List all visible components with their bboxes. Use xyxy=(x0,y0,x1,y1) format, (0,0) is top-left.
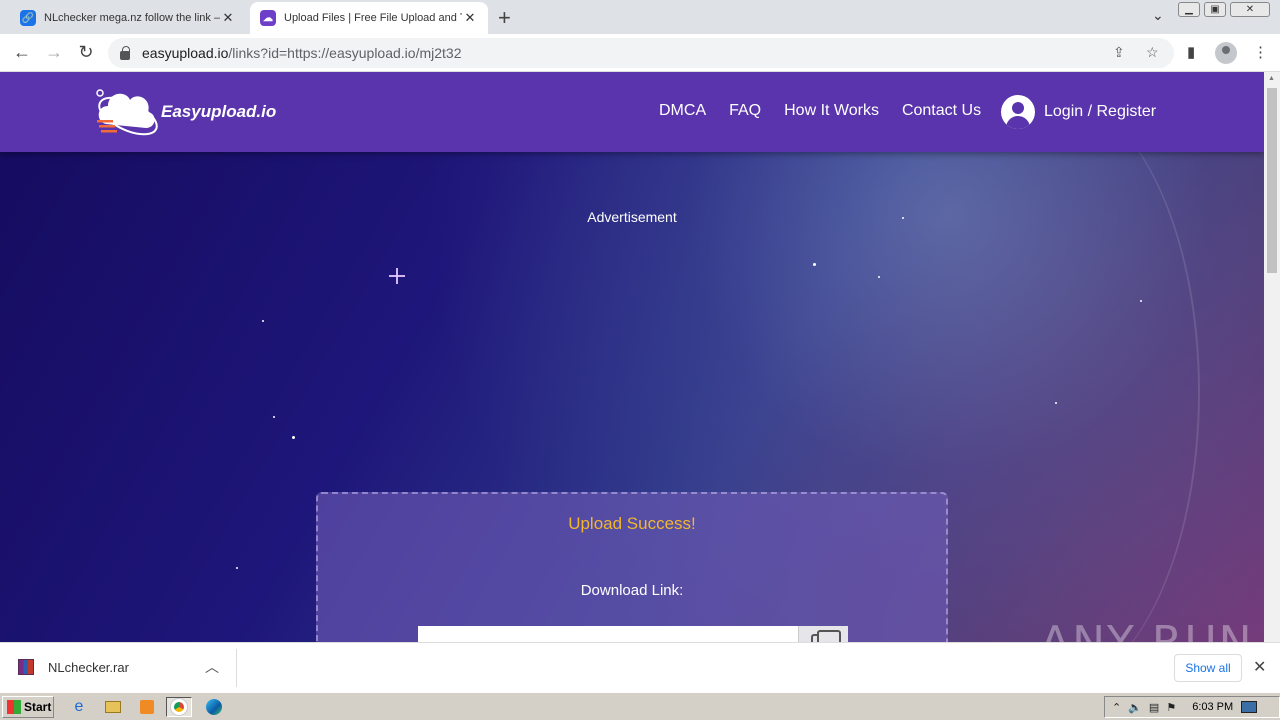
star xyxy=(262,320,264,322)
share-icon[interactable]: ⇪ xyxy=(1113,44,1125,61)
url-text: easyupload.io/links?id=https://easyuploa… xyxy=(142,45,462,61)
scroll-up-icon[interactable]: ▲ xyxy=(1268,75,1275,82)
star xyxy=(273,416,275,418)
system-tray: ⌃ 🔈 ▤ ⚑ 6:03 PM xyxy=(1104,696,1280,718)
download-bar: NLchecker.rar ︿ Show all ✕ xyxy=(0,642,1280,692)
lock-icon[interactable] xyxy=(120,45,130,60)
page-viewport: Easyupload.io DMCA FAQ How It Works Cont… xyxy=(0,72,1280,642)
explorer-icon[interactable] xyxy=(100,697,126,717)
show-desktop-icon[interactable] xyxy=(1241,701,1258,713)
tab-title: Upload Files | Free File Upload and T xyxy=(284,12,462,24)
anyrun-watermark: ANY RUN xyxy=(1040,617,1254,642)
download-item[interactable]: NLchecker.rar xyxy=(18,659,129,675)
bookmark-star-icon[interactable]: ☆ xyxy=(1146,44,1159,61)
nav-dmca[interactable]: DMCA xyxy=(659,102,706,120)
advertisement-label: Advertisement xyxy=(587,209,677,225)
restore-button[interactable]: ▣ xyxy=(1204,2,1226,17)
site-background: Easyupload.io DMCA FAQ How It Works Cont… xyxy=(0,72,1264,642)
logo-text: Easyupload.io xyxy=(161,102,277,121)
close-tab-icon[interactable]: ✕ xyxy=(462,10,478,26)
chrome-icon[interactable] xyxy=(166,697,192,717)
start-button[interactable]: Start xyxy=(2,696,54,718)
site-nav: DMCA FAQ How It Works Contact Us xyxy=(659,102,1004,120)
url-host: easyupload.io xyxy=(142,45,229,61)
ie-icon[interactable]: e xyxy=(66,697,92,717)
address-bar[interactable]: easyupload.io/links?id=https://easyuploa… xyxy=(108,38,1174,68)
side-panel-icon[interactable]: ▮ xyxy=(1187,43,1195,61)
scroll-thumb[interactable] xyxy=(1267,88,1277,273)
new-tab-button[interactable]: + xyxy=(498,5,511,31)
clock[interactable]: 6:03 PM xyxy=(1192,701,1233,713)
start-label: Start xyxy=(24,700,52,714)
site-header: Easyupload.io DMCA FAQ How It Works Cont… xyxy=(0,72,1264,152)
flag-icon[interactable]: ⚑ xyxy=(1166,701,1176,714)
tab-search-icon[interactable]: ⌄ xyxy=(1152,7,1164,24)
chevron-up-icon[interactable]: ︿ xyxy=(205,657,219,677)
upload-success-title: Upload Success! xyxy=(568,514,696,533)
easyupload-logo[interactable]: Easyupload.io xyxy=(96,84,286,140)
nav-faq[interactable]: FAQ xyxy=(729,102,761,120)
sparkle xyxy=(389,268,405,284)
star xyxy=(236,567,238,569)
reload-button[interactable]: ↻ xyxy=(75,42,97,63)
star xyxy=(878,276,880,278)
tab-title: NLchecker mega.nz follow the link — xyxy=(44,12,220,24)
back-button[interactable]: ← xyxy=(11,42,33,63)
cloud-logo-icon xyxy=(96,89,158,136)
easyupload-icon: ☁ xyxy=(260,10,276,26)
url-path: /links?id=https://easyupload.io/mj2t32 xyxy=(228,45,462,61)
nav-how-it-works[interactable]: How It Works xyxy=(784,102,879,120)
login-label: Login / Register xyxy=(1044,103,1157,120)
tab-nlchecker[interactable]: 🔗 NLchecker mega.nz follow the link — ✕ xyxy=(10,2,246,34)
download-link-label: Download Link: xyxy=(580,582,684,599)
star xyxy=(813,263,816,266)
login-register-link[interactable]: Login / Register xyxy=(1001,95,1156,129)
page-scrollbar[interactable]: ▲ xyxy=(1264,72,1280,642)
copy-icon xyxy=(811,630,841,642)
profile-avatar[interactable] xyxy=(1215,42,1237,64)
divider xyxy=(236,649,237,687)
show-all-button[interactable]: Show all xyxy=(1174,654,1242,682)
copy-link-button[interactable] xyxy=(798,626,848,642)
forward-button[interactable]: → xyxy=(43,42,65,63)
tab-strip: 🔗 NLchecker mega.nz follow the link — ✕ … xyxy=(0,0,1280,34)
volume-icon[interactable]: 🔈 xyxy=(1128,701,1142,714)
close-tab-icon[interactable]: ✕ xyxy=(220,10,236,26)
star xyxy=(292,436,295,439)
windows-logo-icon xyxy=(7,700,21,714)
download-filename: NLchecker.rar xyxy=(48,659,129,675)
tab-easyupload[interactable]: ☁ Upload Files | Free File Upload and T … xyxy=(250,2,488,34)
close-download-bar-icon[interactable]: ✕ xyxy=(1253,657,1266,677)
star xyxy=(1055,402,1057,404)
window-controls: ▁ ▣ ✕ xyxy=(1178,2,1270,17)
network-icon[interactable]: ▤ xyxy=(1149,701,1159,714)
star xyxy=(1140,300,1142,302)
winrar-icon xyxy=(18,659,34,675)
link-icon: 🔗 xyxy=(20,10,36,26)
nav-contact-us[interactable]: Contact Us xyxy=(902,102,981,120)
browser-toolbar: ← → ↻ easyupload.io/links?id=https://eas… xyxy=(0,34,1280,72)
upload-success-card: Upload Success! Download Link: xyxy=(316,492,948,642)
show-hidden-icons-icon[interactable]: ⌃ xyxy=(1112,701,1121,714)
download-link-field[interactable] xyxy=(418,626,798,642)
user-icon xyxy=(1001,95,1035,129)
media-player-icon[interactable] xyxy=(134,697,160,717)
close-window-button[interactable]: ✕ xyxy=(1230,2,1270,17)
minimize-button[interactable]: ▁ xyxy=(1178,2,1200,17)
menu-icon[interactable]: ⋮ xyxy=(1253,43,1268,61)
windows-taskbar: Start e ⌃ 🔈 ▤ ⚑ 6:03 PM xyxy=(0,692,1280,720)
edge-icon[interactable] xyxy=(201,697,227,717)
